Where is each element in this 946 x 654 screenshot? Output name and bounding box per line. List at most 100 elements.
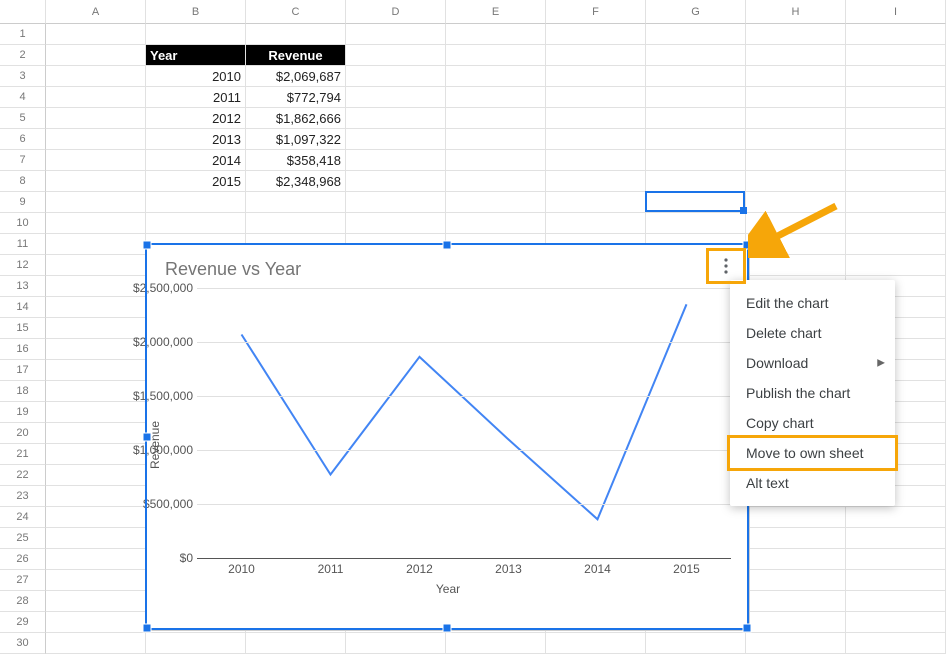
row-header-8[interactable]: 8	[0, 171, 46, 192]
row-header-2[interactable]: 2	[0, 45, 46, 66]
cell-A11[interactable]	[46, 234, 146, 255]
cell-A27[interactable]	[46, 570, 146, 591]
cell-I3[interactable]	[846, 66, 946, 87]
cell-H30[interactable]	[746, 633, 846, 654]
row-header-25[interactable]: 25	[0, 528, 46, 549]
row-header-20[interactable]: 20	[0, 423, 46, 444]
cell-I11[interactable]	[846, 234, 946, 255]
row-header-17[interactable]: 17	[0, 360, 46, 381]
column-header-C[interactable]: C	[246, 0, 346, 24]
row-header-19[interactable]: 19	[0, 402, 46, 423]
cell-A29[interactable]	[46, 612, 146, 633]
chart-options-button[interactable]	[716, 254, 736, 278]
cell-E30[interactable]	[446, 633, 546, 654]
cell-I2[interactable]	[846, 45, 946, 66]
cell-I6[interactable]	[846, 129, 946, 150]
row-header-27[interactable]: 27	[0, 570, 46, 591]
cell-G8[interactable]	[646, 171, 746, 192]
cell-A25[interactable]	[46, 528, 146, 549]
row-header-10[interactable]: 10	[0, 213, 46, 234]
cell-I1[interactable]	[846, 24, 946, 45]
row-header-26[interactable]: 26	[0, 549, 46, 570]
cell-C10[interactable]	[246, 213, 346, 234]
cell-A12[interactable]	[46, 255, 146, 276]
cell-I12[interactable]	[846, 255, 946, 276]
cell-H11[interactable]	[746, 234, 846, 255]
cell-A10[interactable]	[46, 213, 146, 234]
cell-E2[interactable]	[446, 45, 546, 66]
column-header-D[interactable]: D	[346, 0, 446, 24]
cell-G4[interactable]	[646, 87, 746, 108]
cell-B8[interactable]: 2015	[146, 171, 246, 192]
row-header-30[interactable]: 30	[0, 633, 46, 654]
cell-C6[interactable]: $1,097,322	[246, 129, 346, 150]
cell-F6[interactable]	[546, 129, 646, 150]
cell-I5[interactable]	[846, 108, 946, 129]
cell-F4[interactable]	[546, 87, 646, 108]
cell-I27[interactable]	[846, 570, 946, 591]
cell-D4[interactable]	[346, 87, 446, 108]
cell-C5[interactable]: $1,862,666	[246, 108, 346, 129]
cell-C2[interactable]: Revenue	[246, 45, 346, 66]
cell-C1[interactable]	[246, 24, 346, 45]
cell-G9[interactable]	[646, 192, 746, 213]
cell-A4[interactable]	[46, 87, 146, 108]
row-header-29[interactable]: 29	[0, 612, 46, 633]
menu-item-copy-chart[interactable]: Copy chart	[730, 408, 895, 438]
cell-D10[interactable]	[346, 213, 446, 234]
cell-H12[interactable]	[746, 255, 846, 276]
cell-H26[interactable]	[746, 549, 846, 570]
cell-A3[interactable]	[46, 66, 146, 87]
cell-A19[interactable]	[46, 402, 146, 423]
cell-G6[interactable]	[646, 129, 746, 150]
cell-I10[interactable]	[846, 213, 946, 234]
cell-D3[interactable]	[346, 66, 446, 87]
cell-A22[interactable]	[46, 465, 146, 486]
cell-H28[interactable]	[746, 591, 846, 612]
cell-I28[interactable]	[846, 591, 946, 612]
cell-B7[interactable]: 2014	[146, 150, 246, 171]
column-header-B[interactable]: B	[146, 0, 246, 24]
cell-H4[interactable]	[746, 87, 846, 108]
cell-B1[interactable]	[146, 24, 246, 45]
cell-I26[interactable]	[846, 549, 946, 570]
row-header-5[interactable]: 5	[0, 108, 46, 129]
cell-C7[interactable]: $358,418	[246, 150, 346, 171]
menu-item-alt-text[interactable]: Alt text	[730, 468, 895, 498]
cell-D6[interactable]	[346, 129, 446, 150]
cell-E10[interactable]	[446, 213, 546, 234]
menu-item-download[interactable]: Download▶	[730, 348, 895, 378]
cell-H6[interactable]	[746, 129, 846, 150]
column-header-A[interactable]: A	[46, 0, 146, 24]
cell-A14[interactable]	[46, 297, 146, 318]
menu-item-publish-the-chart[interactable]: Publish the chart	[730, 378, 895, 408]
row-header-21[interactable]: 21	[0, 444, 46, 465]
cell-I8[interactable]	[846, 171, 946, 192]
column-header-F[interactable]: F	[546, 0, 646, 24]
cell-H27[interactable]	[746, 570, 846, 591]
cell-B4[interactable]: 2011	[146, 87, 246, 108]
cell-E9[interactable]	[446, 192, 546, 213]
cell-A17[interactable]	[46, 360, 146, 381]
row-header-9[interactable]: 9	[0, 192, 46, 213]
cell-A7[interactable]	[46, 150, 146, 171]
cell-H5[interactable]	[746, 108, 846, 129]
cell-A28[interactable]	[46, 591, 146, 612]
row-header-1[interactable]: 1	[0, 24, 46, 45]
column-header-E[interactable]: E	[446, 0, 546, 24]
cell-H25[interactable]	[746, 528, 846, 549]
cell-I7[interactable]	[846, 150, 946, 171]
cell-C9[interactable]	[246, 192, 346, 213]
cell-F9[interactable]	[546, 192, 646, 213]
cell-G7[interactable]	[646, 150, 746, 171]
row-header-7[interactable]: 7	[0, 150, 46, 171]
select-all-corner[interactable]	[0, 0, 46, 24]
cell-G10[interactable]	[646, 213, 746, 234]
cell-H1[interactable]	[746, 24, 846, 45]
row-header-11[interactable]: 11	[0, 234, 46, 255]
cell-D7[interactable]	[346, 150, 446, 171]
cell-E1[interactable]	[446, 24, 546, 45]
row-header-15[interactable]: 15	[0, 318, 46, 339]
cell-F7[interactable]	[546, 150, 646, 171]
cell-C8[interactable]: $2,348,968	[246, 171, 346, 192]
